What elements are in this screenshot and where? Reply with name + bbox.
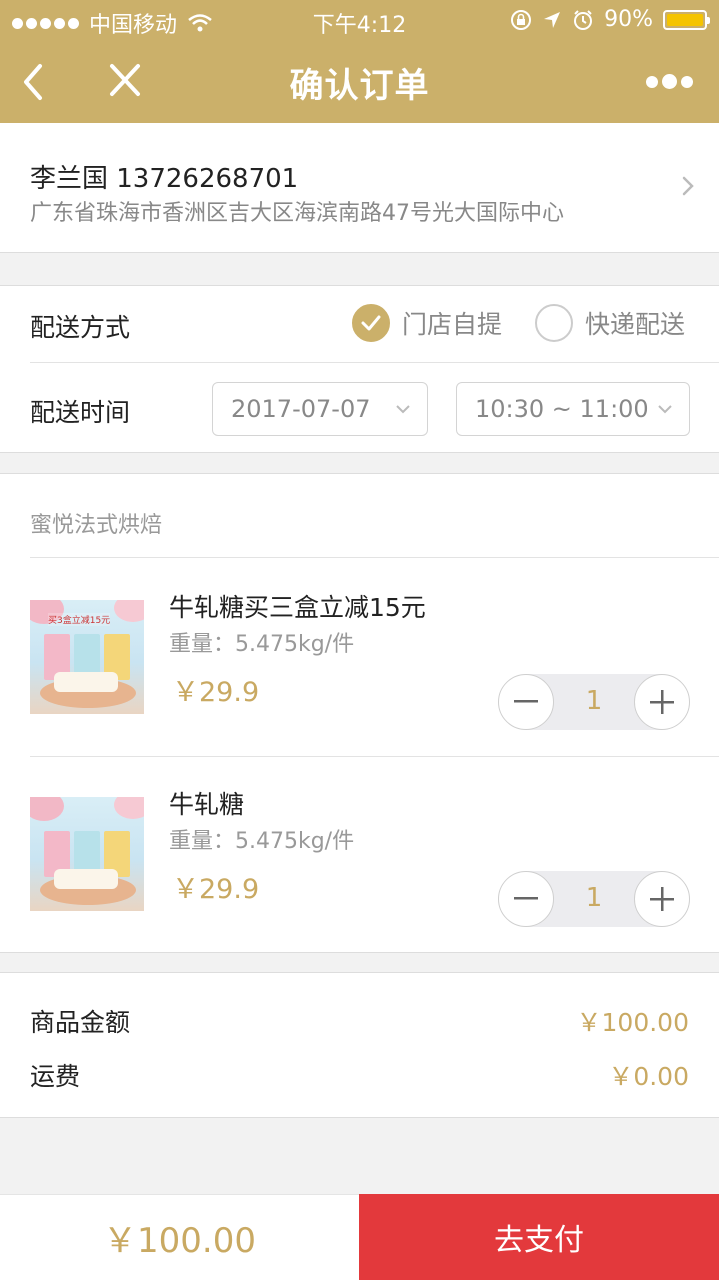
delivery-option-label: 快递配送 xyxy=(585,310,686,339)
goods-amount-label: 商品金额 xyxy=(30,1008,131,1037)
quantity-value[interactable]: 1 xyxy=(554,686,634,716)
total-amount: ￥100.00 xyxy=(0,1194,359,1280)
quantity-value[interactable]: 1 xyxy=(554,883,634,913)
quantity-stepper: 1 xyxy=(498,871,690,927)
unchecked-radio-icon xyxy=(535,304,573,342)
shipping-label: 运费 xyxy=(30,1062,81,1091)
delivery-option-label: 门店自提 xyxy=(402,310,503,339)
divider xyxy=(30,362,719,363)
pay-button[interactable]: 去支付 xyxy=(359,1194,719,1280)
amount-summary: 商品金额 ￥100.00 运费 ￥0.00 xyxy=(0,972,719,1118)
chevron-right-icon xyxy=(682,176,694,196)
minus-icon xyxy=(514,700,538,703)
date-value: 2017-07-07 xyxy=(231,395,371,423)
plus-icon xyxy=(650,690,674,714)
product-price: ￥29.9 xyxy=(172,874,260,905)
battery-percent: 90% xyxy=(604,7,653,32)
delivery-section: 配送方式 门店自提 快递配送 配送时间 2017-07-07 10:30 ~ 1… xyxy=(0,285,719,453)
battery-icon xyxy=(663,9,710,30)
product-spec: 重量：5.475kg/件 xyxy=(169,829,355,854)
product-image[interactable] xyxy=(30,797,144,911)
chevron-down-icon xyxy=(658,405,672,414)
goods-section: 蜜悦法式烘焙 买3盒立减15元 牛轧糖买三盒立减15元 重量：5.475kg/件… xyxy=(0,473,719,953)
time-slot-value: 10:30 ~ 11:00 xyxy=(475,395,649,423)
list-item: 买3盒立减15元 牛轧糖买三盒立减15元 重量：5.475kg/件 ￥29.9 … xyxy=(0,558,719,755)
checkout-bar: ￥100.00 去支付 xyxy=(0,1194,719,1280)
product-title: 牛轧糖 xyxy=(169,790,245,819)
delivery-option-express[interactable]: 快递配送 xyxy=(535,304,685,342)
product-title: 牛轧糖买三盒立减15元 xyxy=(169,593,426,622)
increase-button[interactable] xyxy=(634,674,690,730)
shipping-value: ￥0.00 xyxy=(608,1062,689,1091)
rotation-lock-icon xyxy=(511,9,532,30)
quantity-stepper: 1 xyxy=(498,674,690,730)
shop-name: 蜜悦法式烘焙 xyxy=(30,513,163,538)
decrease-button[interactable] xyxy=(498,674,554,730)
alarm-icon xyxy=(574,9,593,30)
delivery-time-label: 配送时间 xyxy=(30,398,131,427)
product-spec: 重量：5.475kg/件 xyxy=(169,632,355,657)
decrease-button[interactable] xyxy=(498,871,554,927)
top-bar: 中国移动 下午4:12 90% 确认订单 xyxy=(0,0,719,123)
delivery-option-pickup[interactable]: 门店自提 xyxy=(352,304,502,342)
nav-bar: 确认订单 xyxy=(0,40,719,123)
address-detail: 广东省珠海市香洲区吉大区海滨南路47号光大国际中心 xyxy=(30,201,564,226)
recipient-name-phone: 李兰国 13726268701 xyxy=(30,164,299,194)
date-select[interactable]: 2017-07-07 xyxy=(212,382,428,436)
location-arrow-icon xyxy=(544,11,561,28)
chevron-down-icon xyxy=(396,405,410,414)
checked-radio-icon xyxy=(352,304,390,342)
increase-button[interactable] xyxy=(634,871,690,927)
goods-amount-value: ￥100.00 xyxy=(576,1008,689,1037)
status-bar: 中国移动 下午4:12 90% xyxy=(0,0,719,40)
product-image[interactable]: 买3盒立减15元 xyxy=(30,600,144,714)
product-price: ￥29.9 xyxy=(172,677,260,708)
thumb-promo-text: 买3盒立减15元 xyxy=(48,613,111,626)
minus-icon xyxy=(514,897,538,900)
delivery-method-label: 配送方式 xyxy=(30,313,131,342)
more-dots-icon[interactable] xyxy=(646,74,693,89)
status-right: 90% xyxy=(510,7,710,32)
time-slot-select[interactable]: 10:30 ~ 11:00 xyxy=(456,382,690,436)
page-title: 确认订单 xyxy=(289,66,430,106)
address-card[interactable]: 李兰国 13726268701 广东省珠海市香洲区吉大区海滨南路47号光大国际中… xyxy=(0,123,719,253)
list-item: 牛轧糖 重量：5.475kg/件 ￥29.9 1 xyxy=(0,755,719,952)
plus-icon xyxy=(650,887,674,911)
